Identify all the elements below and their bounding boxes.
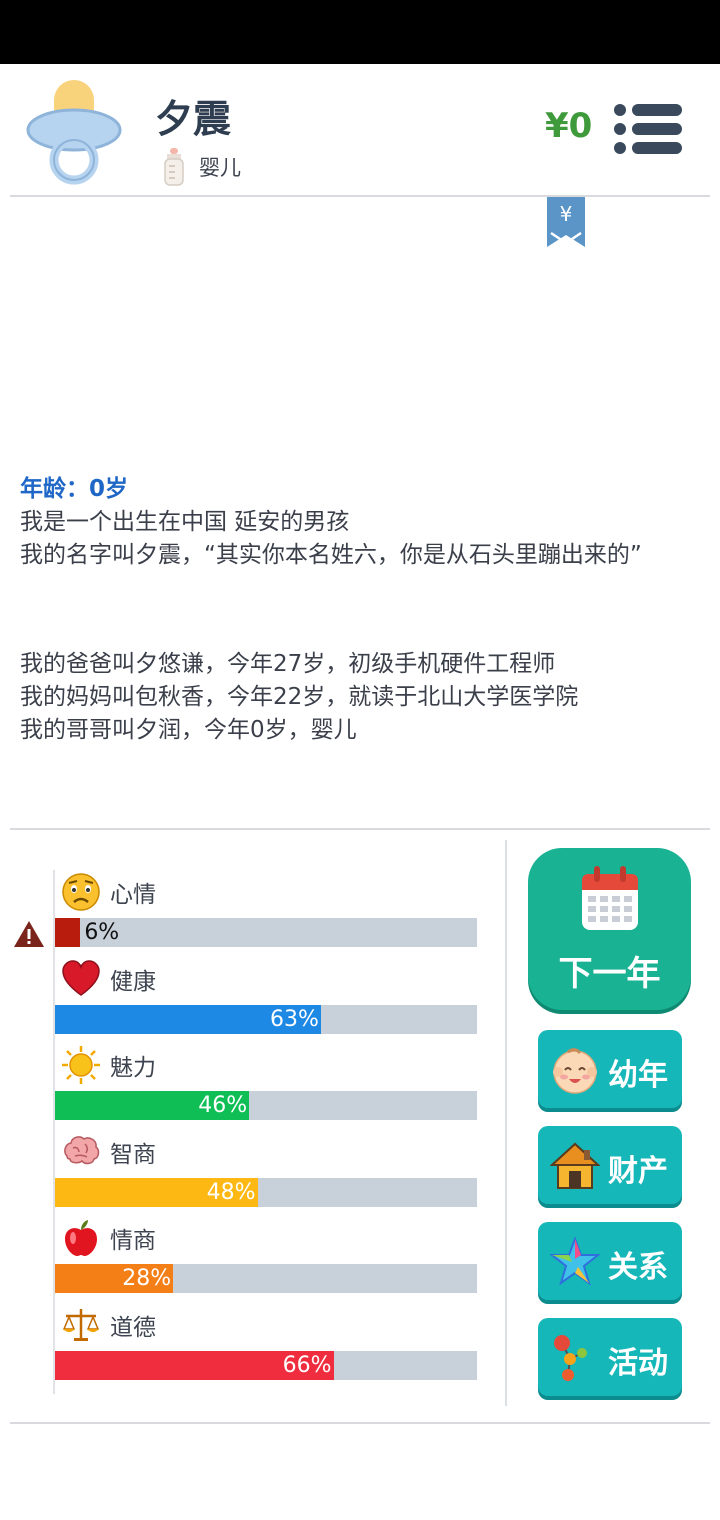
money-display: ¥0 xyxy=(545,106,593,146)
family-line: 我的爸爸叫夕悠谦，今年27岁，初级手机硬件工程师 xyxy=(20,651,556,677)
stat-row: 心情 6% xyxy=(14,870,477,956)
stat-row: 魅力 46% xyxy=(55,1043,477,1129)
panel-divider xyxy=(505,840,507,1406)
stat-label: 情商 xyxy=(110,1228,156,1254)
assets-label: 财产 xyxy=(608,1154,668,1189)
relations-button[interactable]: 关系 xyxy=(538,1222,682,1300)
scales-icon xyxy=(62,1308,100,1341)
life-stage: 婴儿 xyxy=(163,148,241,186)
svg-text:¥: ¥ xyxy=(560,202,573,226)
stat-header: 魅力 xyxy=(61,1043,156,1087)
stat-label: 健康 xyxy=(110,968,156,995)
menu-icon[interactable] xyxy=(612,102,684,156)
stats-panel: 心情 6% 健康 63% 魅力 46% 智商 48% 情商 28% 道德 66% xyxy=(0,840,500,1406)
stat-value: 6% xyxy=(84,920,120,945)
stat-header: 心情 xyxy=(61,870,156,914)
heart-icon xyxy=(62,959,100,996)
next-year-button[interactable]: 下一年 xyxy=(528,848,691,1010)
assets-button[interactable]: 财产 xyxy=(538,1126,682,1204)
stat-value: 63% xyxy=(269,1006,319,1032)
stat-label: 心情 xyxy=(110,882,156,908)
pacifier-avatar-icon xyxy=(26,80,122,185)
player-name: 夕震 xyxy=(155,97,232,141)
footer-divider xyxy=(10,1422,710,1424)
activities-label: 活动 xyxy=(608,1346,668,1381)
stat-row: 智商 48% xyxy=(55,1130,477,1216)
stat-row: 健康 63% xyxy=(55,957,477,1043)
stat-bar: 63% xyxy=(55,1004,477,1034)
activities-dots-icon xyxy=(554,1335,587,1381)
family-line: 我的哥哥叫夕润，今年0岁，婴儿 xyxy=(20,717,357,743)
baby-bottle-icon xyxy=(164,148,184,186)
relations-label: 关系 xyxy=(608,1250,668,1285)
next-year-label: 下一年 xyxy=(558,954,661,994)
warning-icon xyxy=(14,921,44,947)
status-bar xyxy=(0,0,720,64)
stat-row: 情商 28% xyxy=(55,1216,477,1302)
stat-label: 智商 xyxy=(110,1141,156,1168)
stat-header: 道德 xyxy=(61,1303,156,1347)
stat-label: 道德 xyxy=(110,1314,156,1341)
life-stage-label: 婴儿 xyxy=(199,156,241,180)
stat-bar: 66% xyxy=(55,1350,477,1380)
activities-button[interactable]: 活动 xyxy=(538,1318,682,1396)
stat-bar: 46% xyxy=(55,1091,477,1120)
stat-value: 66% xyxy=(282,1352,332,1378)
sun-icon xyxy=(62,1046,100,1084)
story-line: 我的名字叫夕震，“其实你本名姓六，你是从石头里蹦出来的” xyxy=(20,542,642,568)
stat-bar: 48% xyxy=(55,1177,477,1207)
header-divider xyxy=(10,195,710,197)
stat-bar: 6% xyxy=(55,918,477,947)
calendar-icon xyxy=(582,866,638,930)
childhood-label: 幼年 xyxy=(608,1058,668,1093)
childhood-button[interactable]: 幼年 xyxy=(538,1030,682,1108)
header: 夕震 婴儿 ¥0 xyxy=(0,64,720,196)
stat-label: 魅力 xyxy=(110,1055,156,1081)
stat-value: 28% xyxy=(122,1266,172,1291)
brain-icon xyxy=(64,1135,100,1164)
stat-value: 48% xyxy=(206,1179,256,1205)
story-divider xyxy=(10,828,710,830)
family-line: 我的妈妈叫包秋香，今年22岁，就读于北山大学医学院 xyxy=(20,684,579,710)
stat-row: 道德 66% xyxy=(55,1303,477,1389)
stat-bar: 28% xyxy=(55,1264,477,1293)
stat-bar-fill xyxy=(55,918,81,947)
story-line: 我是一个出生在中国 延安的男孩 xyxy=(20,509,350,535)
life-story: 年龄：0岁 我是一个出生在中国 延安的男孩 我的名字叫夕震，“其实你本名姓六，你… xyxy=(20,472,700,747)
stat-header: 情商 xyxy=(61,1216,156,1260)
stat-header: 智商 xyxy=(61,1130,156,1174)
yuan-bookmark-icon[interactable]: ¥ xyxy=(547,197,585,247)
age-line: 年龄：0岁 xyxy=(20,476,129,502)
sad-face-icon xyxy=(62,873,100,911)
baby-face-icon xyxy=(553,1048,597,1094)
apple-icon xyxy=(65,1220,97,1256)
stat-value: 46% xyxy=(198,1093,248,1118)
house-icon xyxy=(550,1142,600,1189)
stat-header: 健康 xyxy=(61,957,156,1001)
star-icon xyxy=(550,1237,600,1286)
